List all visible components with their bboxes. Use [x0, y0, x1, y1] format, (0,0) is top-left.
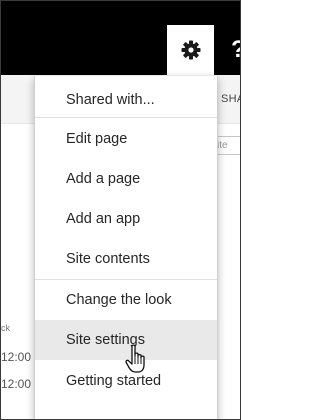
gear-icon [181, 40, 200, 60]
menu-item-site-contents[interactable]: Site contents [35, 239, 217, 279]
menu-item-shared-with[interactable]: Shared with... [35, 80, 217, 120]
settings-button[interactable] [167, 25, 214, 75]
screenshot-frame: ? SHA site ck 12:00 . 12:00 . Shared wit… [0, 0, 241, 420]
menu-item-change-the-look[interactable]: Change the look [35, 280, 217, 320]
share-button[interactable]: SHA [221, 93, 240, 105]
menu-separator [35, 117, 217, 118]
menu-item-edit-page[interactable]: Edit page [35, 119, 217, 159]
menu-item-add-a-page[interactable]: Add a page [35, 159, 217, 199]
menu-item-add-an-app[interactable]: Add an app [35, 199, 217, 239]
background-time: 12:00 . [1, 350, 38, 364]
background-time: 12:00 . [1, 377, 38, 391]
help-icon[interactable]: ? [231, 36, 240, 64]
background-text: ck [1, 323, 10, 333]
hand-pointer-icon [125, 344, 145, 373]
